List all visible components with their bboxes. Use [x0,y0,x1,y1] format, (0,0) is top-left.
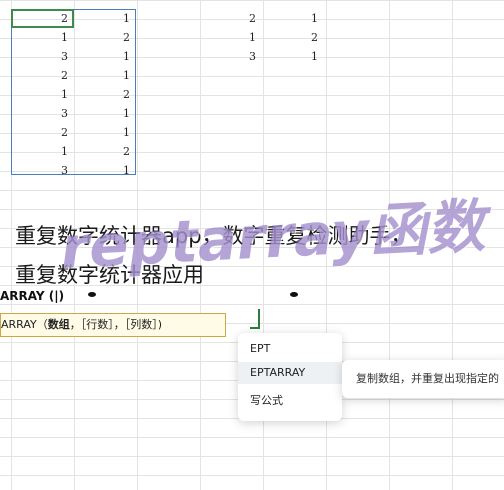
function-syntax-tooltip: ARRAY（数组，［行数］，［列数］) [0,313,226,337]
formula-name-suffix: ) [58,289,65,303]
cell-columnA-6[interactable]: 3 [11,104,74,123]
edit-cell-marker [250,309,260,329]
cell-columnA-9[interactable]: 3 [11,161,74,180]
formula-bar[interactable]: ARRAY (|) [0,289,64,309]
cell-columnE-1[interactable]: 1 [262,9,324,28]
cell-columnD-3[interactable]: 3 [199,47,262,66]
cell-columnA-5[interactable]: 1 [11,85,74,104]
dropdown-item-ept[interactable]: EPT [238,338,342,360]
cell-columnB-8[interactable]: 2 [74,142,136,161]
tip-array-arg: 数组 [47,318,70,331]
cell-columnE-2[interactable]: 2 [262,28,324,47]
tip-prefix: ARRAY（ [1,318,48,331]
function-autocomplete-dropdown[interactable]: EPT EPTARRAY 写公式 [238,333,342,421]
cell-columnB-5[interactable]: 2 [74,85,136,104]
cell-columnA-7[interactable]: 2 [11,123,74,142]
handle-dot-left [88,292,96,297]
cell-columnD-1[interactable]: 2 [199,9,262,28]
cell-columnA-8[interactable]: 1 [11,142,74,161]
cell-columnA-1[interactable]: 2 [11,9,74,28]
cell-columnB-6[interactable]: 1 [74,104,136,123]
cell-columnB-9[interactable]: 1 [74,161,136,180]
cell-columnD-2[interactable]: 1 [199,28,262,47]
cell-columnB-1[interactable]: 1 [74,9,136,28]
cell-columnA-2[interactable]: 1 [11,28,74,47]
cell-columnB-3[interactable]: 1 [74,47,136,66]
dropdown-item-eptarray[interactable]: EPTARRAY [238,362,342,384]
tip-optional-args: ，［行数］，［列数］) [69,318,163,331]
cell-columnA-3[interactable]: 3 [11,47,74,66]
cell-columnB-2[interactable]: 2 [74,28,136,47]
cell-columnE-3[interactable]: 1 [262,47,324,66]
dropdown-item-write-formula[interactable]: 写公式 [238,390,342,412]
cell-columnB-4[interactable]: 1 [74,66,136,85]
handle-dot-right [290,292,298,297]
cell-columnB-7[interactable]: 1 [74,123,136,142]
formula-name-label: ARRAY ( [0,289,55,303]
cell-columnA-4[interactable]: 2 [11,66,74,85]
function-description-popup: 复制数组，并重复出现指定的 [342,360,504,398]
